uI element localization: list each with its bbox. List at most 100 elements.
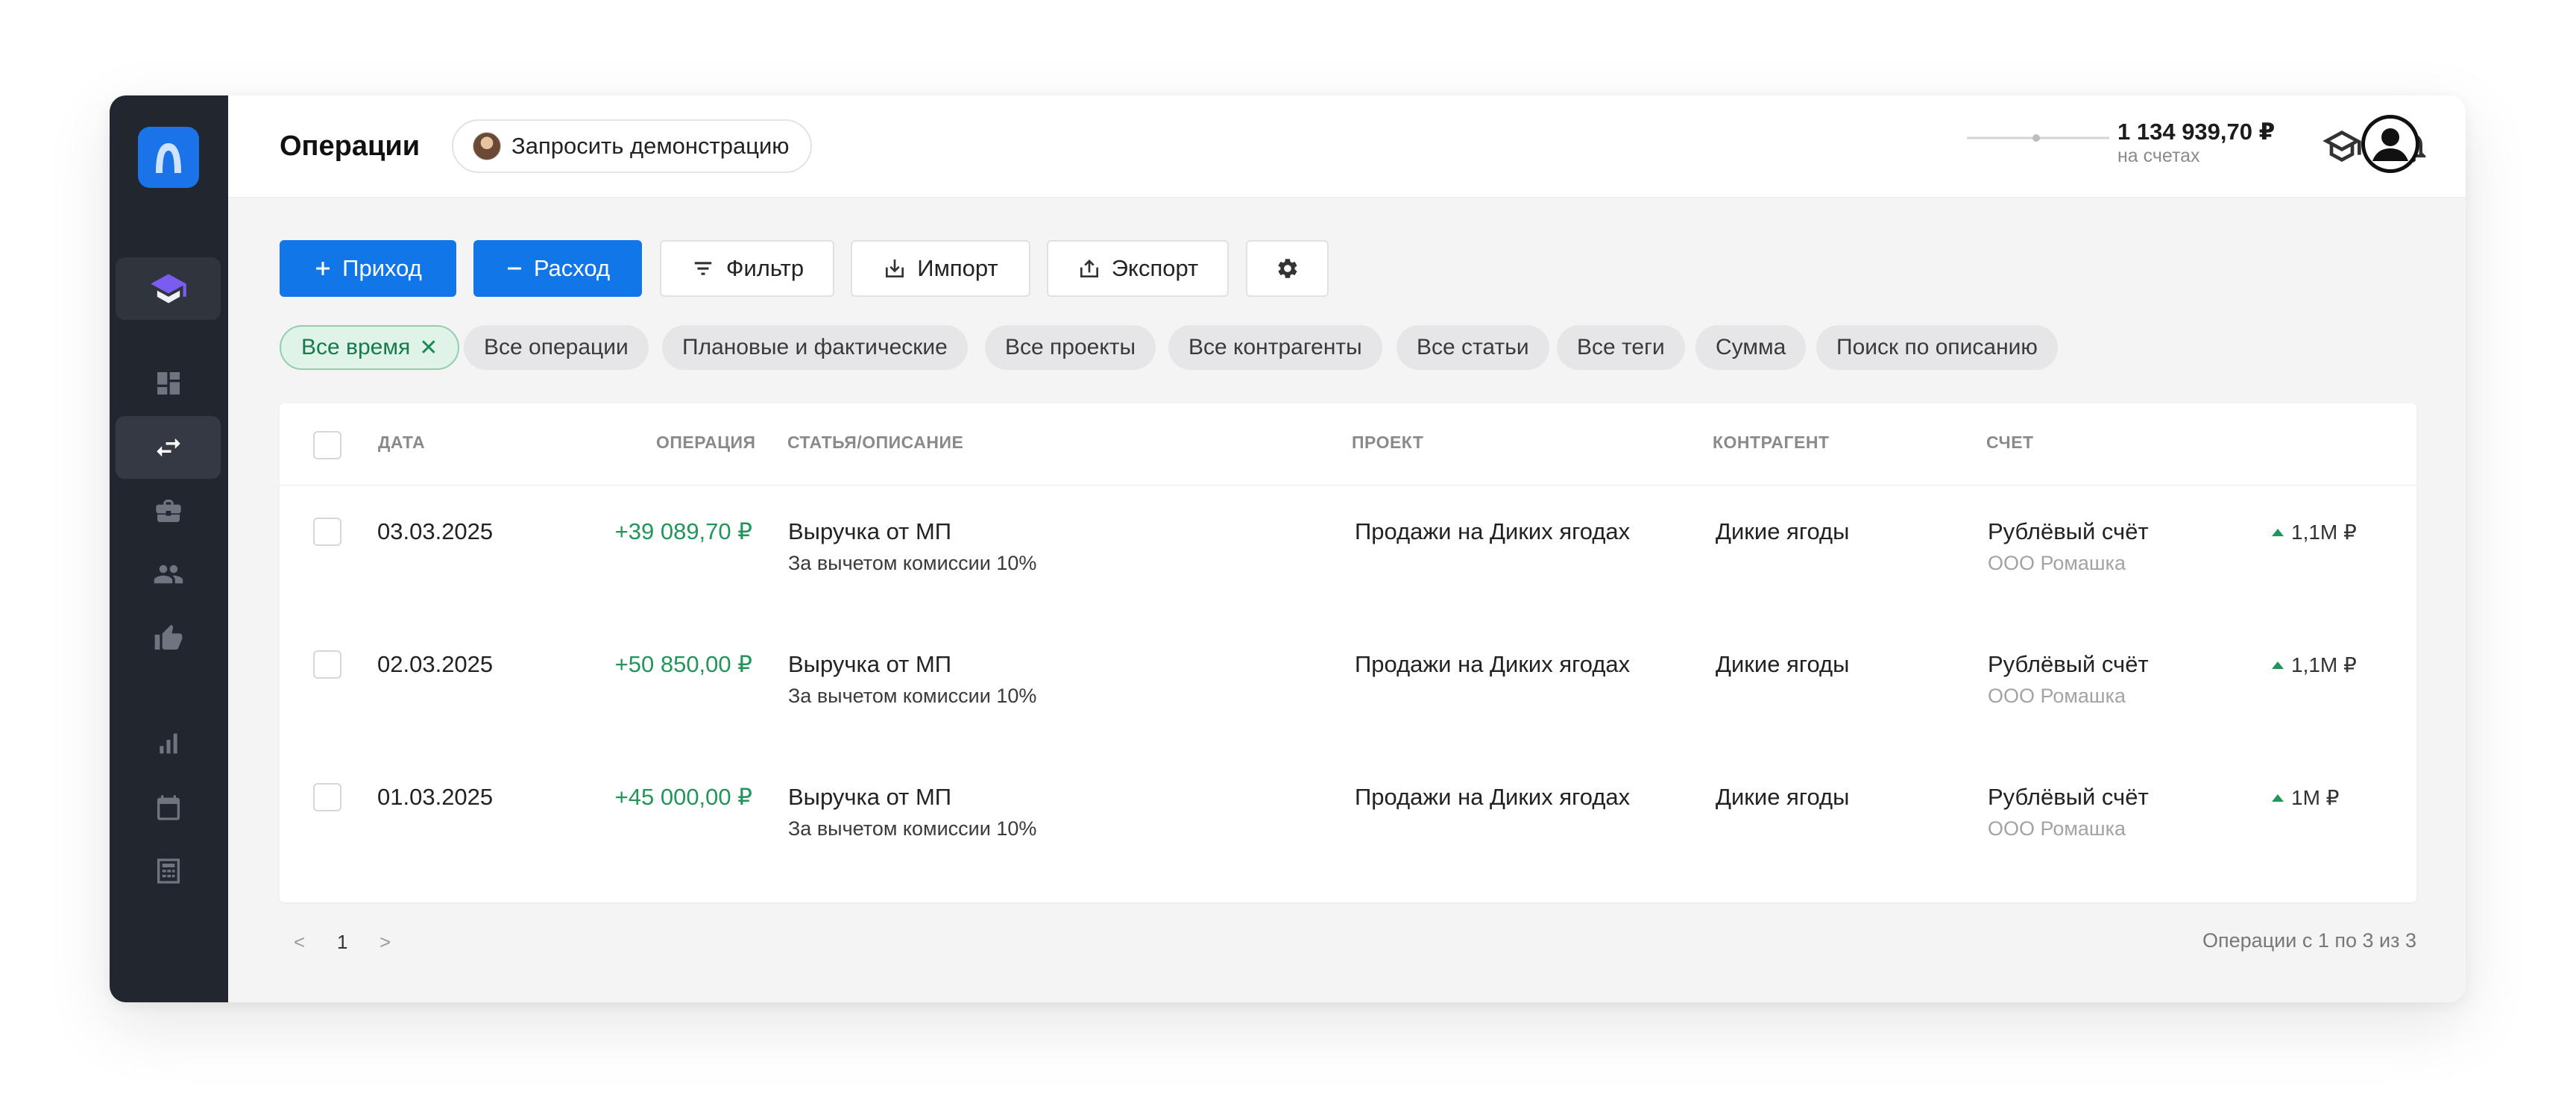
close-icon[interactable]: ✕: [419, 335, 438, 361]
chip-amount[interactable]: Сумма: [1695, 325, 1807, 370]
transfer-icon: [156, 438, 180, 457]
user-avatar[interactable]: [2361, 115, 2419, 173]
chip-search-description[interactable]: Поиск по описанию: [1816, 325, 2058, 370]
table-row[interactable]: 03.03.2025 +39 089,70 ₽ Выручка от МП За…: [280, 485, 2416, 618]
column-header-account[interactable]: СЧЕТ: [1986, 433, 2034, 453]
sidebar-item-calendar[interactable]: [116, 776, 221, 839]
row-description: За вычетом комиссии 10%: [788, 685, 1037, 707]
pagination-next[interactable]: >: [380, 931, 391, 954]
sidebar-item-dashboard[interactable]: [116, 352, 221, 415]
select-all-checkbox[interactable]: [313, 431, 341, 459]
request-demo-button[interactable]: Запросить демонстрацию: [452, 119, 812, 173]
manager-avatar: [473, 132, 501, 160]
total-balance[interactable]: 1 134 939,70 ₽ на счетах: [2117, 118, 2275, 166]
chip-projects[interactable]: Все проекты: [985, 325, 1156, 370]
sidebar: [110, 95, 228, 1002]
filter-button[interactable]: Фильтр: [660, 240, 834, 297]
account-balance: 1М ₽: [2291, 786, 2340, 809]
chip-label: Сумма: [1716, 335, 1786, 359]
export-button[interactable]: Экспорт: [1047, 240, 1229, 297]
chip-operations[interactable]: Все операции: [464, 325, 649, 370]
row-amount: +45 000,00 ₽: [614, 784, 752, 810]
row-date: 03.03.2025: [377, 518, 494, 544]
calendar-icon: [157, 795, 180, 820]
chip-period[interactable]: Все время ✕: [280, 325, 460, 370]
request-demo-label: Запросить демонстрацию: [511, 133, 790, 159]
column-header-amount[interactable]: ОПЕРАЦИЯ: [656, 433, 756, 453]
settings-button[interactable]: [1246, 240, 1329, 297]
column-header-project[interactable]: ПРОЕКТ: [1352, 433, 1423, 453]
import-button[interactable]: Импорт: [851, 240, 1030, 297]
dashboard-icon: [157, 372, 180, 395]
sidebar-item-projects[interactable]: [116, 480, 221, 542]
gear-icon: [1278, 259, 1297, 278]
sidebar-item-counterparties[interactable]: [116, 543, 221, 606]
row-project: Продажи на Диких ягодах: [1355, 784, 1631, 810]
row-checkbox[interactable]: [313, 783, 341, 811]
page-title: Операции: [280, 131, 421, 162]
row-account: Рублёвый счёт: [1988, 651, 2149, 677]
sidebar-item-calculator[interactable]: [116, 840, 221, 902]
account-balance-trend: 1М ₽: [2272, 785, 2340, 810]
bar-chart-icon: [159, 733, 177, 754]
app-logo[interactable]: [138, 127, 199, 188]
balance-amount: 1 134 939,70 ₽: [2117, 119, 2276, 145]
row-description: За вычетом комиссии 10%: [788, 552, 1037, 574]
add-income-label: Приход: [342, 255, 422, 281]
sidebar-item-rules[interactable]: [116, 607, 221, 670]
chip-label: Поиск по описанию: [1836, 335, 2038, 359]
import-icon: [886, 260, 904, 277]
row-company: ООО Ромашка: [1988, 817, 2126, 840]
row-amount: +50 850,00 ₽: [614, 651, 752, 677]
account-balance-trend: 1,1М ₽: [2272, 653, 2357, 677]
briefcase-icon: [155, 500, 181, 522]
row-counterparty: Дикие ягоды: [1716, 784, 1850, 810]
thumbs-up-icon: [154, 624, 182, 650]
sidebar-item-reports[interactable]: [116, 712, 221, 775]
graduation-cap-icon[interactable]: [2321, 125, 2363, 167]
column-header-article[interactable]: СТАТЬЯ/ОПИСАНИЕ: [787, 433, 963, 453]
add-income-button[interactable]: Приход: [280, 240, 456, 297]
filter-icon: [694, 262, 712, 275]
row-date: 02.03.2025: [377, 651, 494, 677]
chip-plan-fact[interactable]: Плановые и фактические: [662, 325, 968, 370]
app-window: Операции Запросить демонстрацию 1 134 93…: [110, 95, 2466, 1002]
export-icon: [1080, 260, 1098, 277]
account-balance-trend: 1,1М ₽: [2272, 520, 2357, 544]
plus-icon: [316, 262, 330, 275]
row-checkbox[interactable]: [313, 650, 341, 679]
table-row[interactable]: 01.03.2025 +45 000,00 ₽ Выручка от МП За…: [280, 751, 2416, 884]
row-article: Выручка от МП: [788, 651, 952, 677]
chip-label: Все операции: [484, 335, 629, 359]
chip-label: Все статьи: [1417, 335, 1529, 359]
row-checkbox[interactable]: [313, 518, 341, 546]
table-row[interactable]: 02.03.2025 +50 850,00 ₽ Выручка от МП За…: [280, 618, 2416, 751]
sidebar-item-operations[interactable]: [116, 416, 221, 479]
add-expense-label: Расход: [533, 255, 611, 281]
row-company: ООО Ромашка: [1988, 685, 2126, 707]
import-label: Импорт: [917, 255, 998, 281]
pagination-page[interactable]: 1: [337, 931, 347, 954]
add-expense-button[interactable]: Расход: [473, 240, 642, 297]
chip-label: Плановые и фактические: [682, 335, 948, 359]
minus-icon: [507, 267, 521, 270]
chip-counterparties[interactable]: Все контрагенты: [1168, 325, 1382, 370]
calculator-icon: [157, 858, 180, 884]
chip-articles[interactable]: Все статьи: [1396, 325, 1549, 370]
trend-up-icon: [2272, 661, 2284, 669]
pagination-prev[interactable]: <: [294, 931, 305, 954]
sidebar-item-learning[interactable]: [116, 257, 221, 320]
row-account: Рублёвый счёт: [1988, 784, 2149, 810]
top-header: Операции Запросить демонстрацию 1 134 93…: [228, 95, 2466, 198]
chip-label: Все теги: [1577, 335, 1665, 359]
row-date: 01.03.2025: [377, 784, 494, 810]
pagination-summary: Операции с 1 по 3 из 3: [2202, 929, 2416, 952]
balance-label: на счетах: [2117, 145, 2200, 166]
row-amount: +39 089,70 ₽: [614, 518, 752, 544]
chip-tags[interactable]: Все теги: [1557, 325, 1685, 370]
column-header-counterparty[interactable]: КОНТРАГЕНТ: [1713, 433, 1830, 453]
people-icon: [154, 565, 183, 584]
column-header-date[interactable]: ДАТА: [378, 433, 425, 453]
row-account: Рублёвый счёт: [1988, 518, 2149, 544]
filter-label: Фильтр: [725, 255, 804, 281]
